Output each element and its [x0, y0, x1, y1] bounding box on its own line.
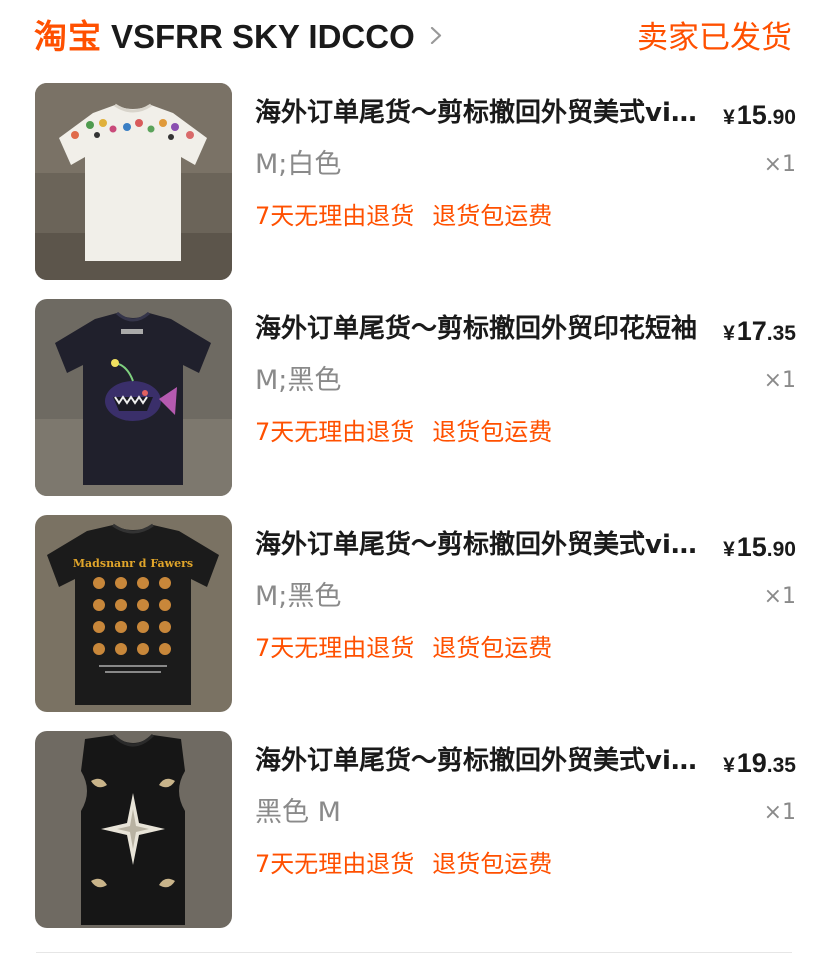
return-shipping-tag: 退货包运费: [432, 202, 553, 230]
service-tags: 7天无理由退货 退货包运费: [255, 415, 570, 449]
service-tags: 7天无理由退货 退货包运费: [255, 199, 570, 233]
product-quantity: ×1: [763, 584, 796, 609]
product-price: ¥17.35: [723, 316, 796, 346]
return-shipping-tag: 退货包运费: [432, 850, 553, 878]
product-quantity: ×1: [763, 800, 796, 825]
order-status: 卖家已发货: [637, 20, 792, 56]
product-image[interactable]: [35, 731, 232, 928]
return-policy-tag: 7天无理由退货: [255, 202, 415, 230]
product-image[interactable]: [35, 299, 232, 496]
product-quantity: ×1: [763, 368, 796, 393]
product-variant: M;黑色: [255, 365, 342, 396]
taobao-logo: 淘宝: [34, 17, 102, 56]
product-price: ¥19.35: [723, 748, 796, 778]
product-title[interactable]: 海外订单尾货～剪标撤回外贸美式vintage: [255, 527, 697, 563]
product-image[interactable]: [35, 83, 232, 280]
order-item[interactable]: 海外订单尾货～剪标撤回外贸印花短袖 ¥17.35 M;黑色 ×1 7天无理由退货…: [0, 299, 828, 499]
shirt-print-text: Madsnanr d Fawers: [73, 557, 193, 570]
product-variant: M;白色: [255, 149, 342, 180]
product-title[interactable]: 海外订单尾货～剪标撤回外贸美式vintage: [255, 743, 697, 779]
chevron-right-icon[interactable]: [428, 27, 445, 44]
return-policy-tag: 7天无理由退货: [255, 850, 415, 878]
product-title[interactable]: 海外订单尾货～剪标撤回外贸印花短袖: [255, 311, 697, 347]
bottom-divider: [36, 952, 792, 953]
return-policy-tag: 7天无理由退货: [255, 634, 415, 662]
product-image[interactable]: Madsnanr d Fawers: [35, 515, 232, 712]
service-tags: 7天无理由退货 退货包运费: [255, 631, 570, 665]
order-header: 淘宝 VSFRR SKY IDCCO 卖家已发货: [0, 0, 828, 76]
store-name-link[interactable]: VSFRR SKY IDCCO: [111, 15, 415, 59]
order-item[interactable]: 海外订单尾货～剪标撤回外贸美式vintage ¥15.90 M;白色 ×1 7天…: [0, 83, 828, 283]
product-price: ¥15.90: [723, 100, 796, 130]
service-tags: 7天无理由退货 退货包运费: [255, 847, 570, 881]
product-variant: M;黑色: [255, 581, 342, 612]
return-policy-tag: 7天无理由退货: [255, 418, 415, 446]
return-shipping-tag: 退货包运费: [432, 634, 553, 662]
product-price: ¥15.90: [723, 532, 796, 562]
product-variant: 黑色 M: [255, 797, 341, 828]
order-item[interactable]: 海外订单尾货～剪标撤回外贸美式vintage ¥19.35 黑色 M ×1 7天…: [0, 731, 828, 931]
product-title[interactable]: 海外订单尾货～剪标撤回外贸美式vintage: [255, 95, 697, 131]
order-item[interactable]: Madsnanr d Fawers 海外订单尾货～剪标撤回外贸美式vintage…: [0, 515, 828, 715]
return-shipping-tag: 退货包运费: [432, 418, 553, 446]
product-quantity: ×1: [763, 152, 796, 177]
